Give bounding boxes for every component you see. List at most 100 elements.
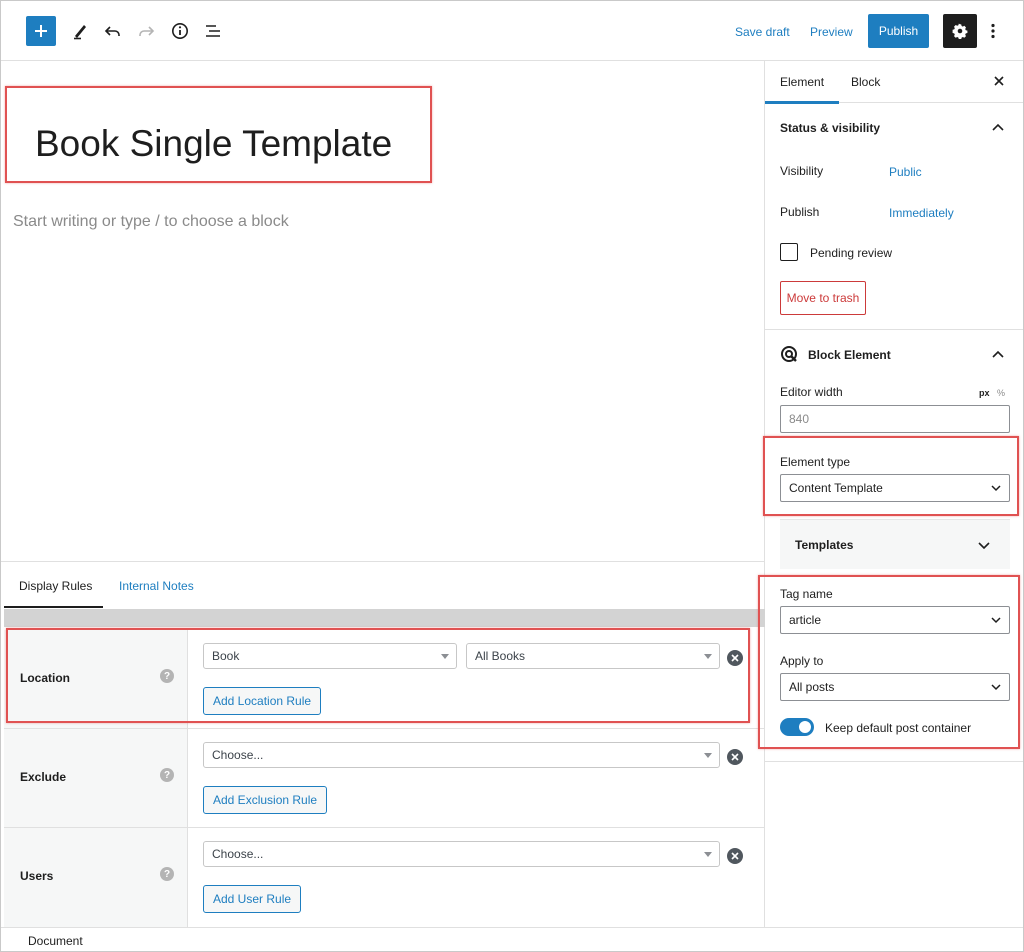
keep-container-label[interactable]: Keep default post container [825, 721, 971, 735]
move-to-trash-button[interactable]: Move to trash [780, 281, 866, 315]
chevron-up-icon [992, 350, 1004, 358]
add-location-rule-button[interactable]: Add Location Rule [203, 687, 322, 715]
keep-container-toggle[interactable] [780, 718, 814, 736]
templates-panel[interactable]: Templates [780, 519, 1010, 569]
help-icon[interactable]: ? [160, 768, 174, 782]
remove-location-rule-button[interactable] [727, 650, 743, 666]
panel-toggle-button[interactable] [991, 347, 1005, 361]
chevron-down-icon [978, 542, 990, 550]
preview-link[interactable]: Preview [810, 25, 853, 39]
info-icon [172, 23, 188, 39]
post-title[interactable]: Book Single Template [35, 123, 392, 165]
tools-button[interactable] [67, 18, 93, 44]
sidebar-tabs: Element Block [765, 61, 1023, 104]
visibility-label: Visibility [780, 164, 824, 178]
close-icon [731, 753, 739, 761]
caret-down-icon [441, 654, 449, 659]
panel-divider [765, 761, 1023, 762]
apply-to-select[interactable]: All posts [780, 673, 1010, 701]
tag-name-select[interactable]: article [780, 606, 1010, 634]
editor-width-input[interactable]: 840 [780, 405, 1010, 433]
close-icon [731, 654, 739, 662]
list-view-icon [206, 25, 220, 37]
help-icon[interactable]: ? [160, 867, 174, 881]
tab-element[interactable]: Element [780, 75, 824, 89]
remove-exclude-rule-button[interactable] [727, 749, 743, 765]
location-type-select[interactable]: Book [203, 643, 457, 669]
add-exclusion-rule-button[interactable]: Add Exclusion Rule [203, 786, 328, 814]
remove-users-rule-button[interactable] [727, 848, 743, 864]
users-label: Users [20, 869, 54, 883]
users-select[interactable]: Choose... [203, 841, 720, 867]
templates-title: Templates [795, 538, 854, 552]
rule-label-cell: Location ? [4, 630, 188, 728]
more-vertical-icon [991, 23, 995, 39]
redo-icon [139, 26, 155, 36]
editor-footer: Document [1, 927, 1023, 951]
gear-icon [952, 23, 968, 39]
rule-label-cell: Users ? [4, 828, 188, 927]
caret-down-icon [704, 852, 712, 857]
publish-label: Publish [780, 205, 820, 219]
add-block-button[interactable] [26, 16, 56, 46]
top-toolbar: Save draft Preview Publish [1, 1, 1023, 61]
element-type-select[interactable]: Content Template [780, 474, 1010, 502]
undo-icon [104, 26, 120, 36]
chevron-up-icon [992, 123, 1004, 131]
plus-icon [35, 25, 47, 37]
visibility-value-link[interactable]: Public [889, 165, 922, 179]
editor-canvas: Book Single Template Start writing or ty… [1, 61, 765, 561]
close-sidebar-button[interactable] [991, 73, 1007, 89]
help-icon[interactable]: ? [160, 669, 174, 683]
unit-px-toggle[interactable]: px [979, 388, 990, 398]
location-rule-row: Location ? Book All Books Add Location R… [4, 630, 765, 729]
tag-name-label: Tag name [780, 587, 833, 601]
tab-display-rules[interactable]: Display Rules [19, 579, 92, 593]
element-type-label: Element type [780, 455, 851, 469]
toggle-knob [799, 721, 811, 733]
settings-sidebar: Element Block Status & visibility Visibi… [758, 61, 1023, 927]
exclude-rule-row: Exclude ? Choose... Add Exclusion Rule [4, 729, 765, 828]
publish-button[interactable]: Publish [868, 14, 929, 48]
pending-review-label[interactable]: Pending review [810, 246, 892, 260]
active-tab-indicator [765, 101, 839, 104]
undo-button[interactable] [100, 18, 126, 44]
apply-to-label: Apply to [780, 654, 824, 668]
list-view-button[interactable] [200, 18, 226, 44]
editor-window: Save draft Preview Publish Book Single T… [0, 0, 1024, 952]
metabox-tabs: Display Rules Internal Notes [1, 562, 765, 608]
pending-review-checkbox[interactable] [780, 243, 798, 261]
users-rule-row: Users ? Choose... Add User Rule [4, 828, 765, 927]
location-value-select[interactable]: All Books [466, 643, 720, 669]
tab-block[interactable]: Block [851, 75, 880, 89]
details-button[interactable] [167, 18, 193, 44]
chevron-down-icon [991, 485, 1001, 492]
active-tab-indicator [4, 606, 103, 608]
status-visibility-title[interactable]: Status & visibility [780, 121, 880, 135]
unit-percent-toggle[interactable]: % [997, 388, 1005, 398]
exclude-label: Exclude [20, 770, 67, 784]
more-options-button[interactable] [985, 19, 1001, 43]
rule-label-cell: Exclude ? [4, 729, 188, 827]
settings-button[interactable] [943, 14, 977, 48]
publish-date-link[interactable]: Immediately [889, 206, 954, 220]
block-placeholder[interactable]: Start writing or type / to choose a bloc… [13, 213, 289, 231]
location-label: Location [20, 671, 70, 685]
block-element-icon [780, 345, 798, 363]
panel-divider [765, 329, 1023, 330]
tab-internal-notes[interactable]: Internal Notes [119, 579, 194, 593]
panel-toggle-button[interactable] [991, 120, 1005, 134]
add-user-rule-button[interactable]: Add User Rule [203, 885, 302, 913]
exclude-select[interactable]: Choose... [203, 742, 720, 768]
metabox-separator [4, 609, 765, 627]
save-draft-link[interactable]: Save draft [735, 25, 790, 39]
close-icon [731, 852, 739, 860]
close-icon [994, 76, 1004, 86]
breadcrumb[interactable]: Document [28, 934, 83, 948]
redo-button[interactable] [133, 18, 159, 44]
caret-down-icon [704, 753, 712, 758]
chevron-down-icon [991, 617, 1001, 624]
block-element-title[interactable]: Block Element [808, 348, 891, 362]
display-rules-metabox: Display Rules Internal Notes Location ? … [1, 561, 765, 931]
editor-width-label: Editor width [780, 385, 843, 399]
